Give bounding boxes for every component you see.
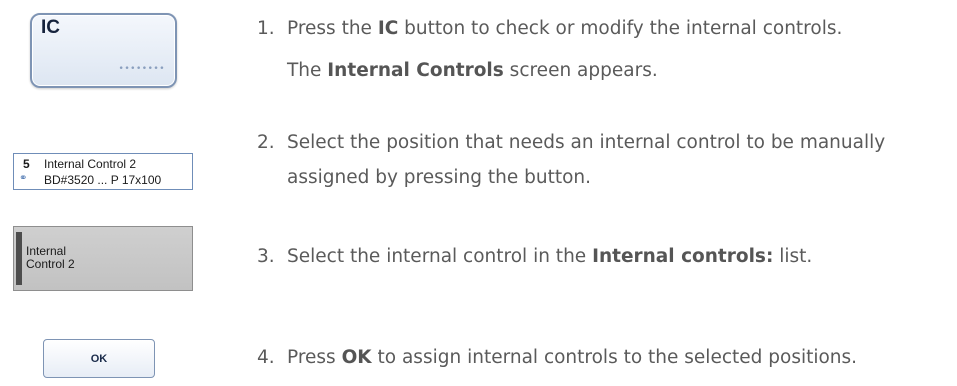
position-name: Internal Control 2 — [44, 157, 137, 171]
step-4: 4. Press OK to assign internal controls t… — [257, 346, 857, 370]
ok-button[interactable]: OK — [43, 339, 155, 378]
position-button[interactable]: 5 Internal Control 2 ⚭ BD#3520 ... P 17x… — [13, 153, 193, 190]
internal-control-list-item[interactable]: Internal Control 2 — [13, 226, 193, 291]
selection-bar — [16, 232, 22, 285]
ic-button-label: IC — [41, 17, 60, 38]
step-text: to assign internal controls to the selec… — [371, 347, 858, 368]
step-text: Select the position that needs an intern… — [287, 132, 886, 153]
step-1: 1. Press the IC button to check or modify… — [257, 17, 842, 41]
step-text: Select the internal control in the — [287, 246, 593, 267]
link-icon: ⚭ — [19, 173, 28, 184]
step-1-result: The Internal Controls screen appears. — [257, 59, 658, 83]
step-bold: OK — [341, 347, 372, 368]
step-text: assigned by pressing the button. — [287, 167, 592, 188]
position-code: BD#3520 ... P 17x100 — [44, 173, 162, 187]
step-text: button to check or modify the internal c… — [398, 18, 843, 39]
list-item-label: Internal Control 2 — [26, 244, 75, 271]
ic-button[interactable]: IC •••••••• — [30, 13, 177, 88]
step-text: The — [287, 60, 328, 81]
ic-button-dots: •••••••• — [118, 64, 165, 74]
step-number: 2. — [257, 132, 275, 153]
step-bold: Internal controls: — [592, 246, 774, 267]
step-bold: Internal Controls — [327, 60, 504, 81]
step-2-cont: assigned by pressing the button. — [257, 166, 591, 190]
ok-button-label: OK — [90, 352, 108, 365]
step-number: 3. — [257, 246, 275, 267]
step-number: 1. — [257, 18, 275, 39]
step-text: screen appears. — [503, 60, 658, 81]
step-bold: IC — [377, 18, 399, 39]
step-text: Press — [287, 347, 342, 368]
step-number: 4. — [257, 347, 275, 368]
step-text: Press the — [287, 18, 378, 39]
step-2: 2. Select the position that needs an inte… — [257, 131, 885, 155]
step-3: 3. Select the internal control in the Int… — [257, 245, 812, 269]
step-text: list. — [773, 246, 813, 267]
position-number: 5 — [23, 157, 30, 171]
